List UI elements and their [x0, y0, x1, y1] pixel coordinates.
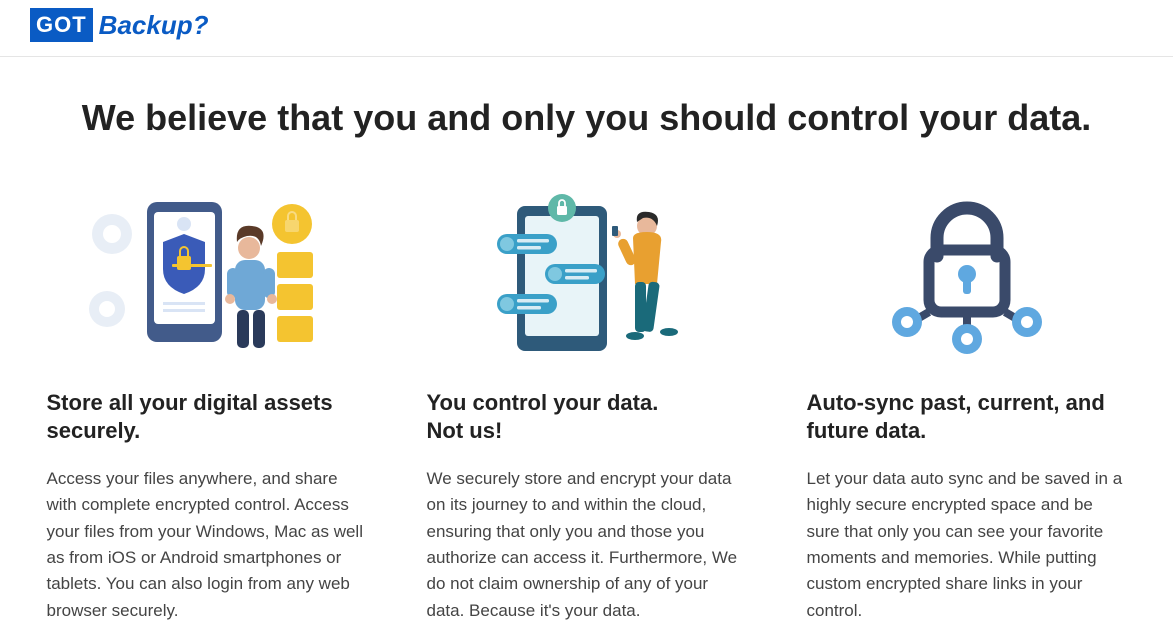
feature-title: Store all your digital assets securely. [47, 389, 367, 444]
features-row: Store all your digital assets securely. … [47, 189, 1127, 624]
site-header: GOT Backup? [0, 0, 1173, 57]
phone-lock-person-icon [77, 194, 337, 354]
feature-title: Auto-sync past, current, and future data… [807, 389, 1127, 444]
control-data-illustration [427, 189, 747, 359]
feature-secure-storage: Store all your digital assets securely. … [47, 189, 367, 624]
feature-control-data: You control your data. Not us! We secure… [427, 189, 747, 624]
logo-link[interactable]: GOT Backup? [30, 8, 208, 42]
feature-auto-sync: Auto-sync past, current, and future data… [807, 189, 1127, 624]
secure-storage-illustration [47, 189, 367, 359]
padlock-network-icon [867, 194, 1067, 354]
feature-body: Let your data auto sync and be saved in … [807, 466, 1127, 624]
feature-title: You control your data. Not us! [427, 389, 747, 444]
hero-title: We believe that you and only you should … [47, 97, 1127, 139]
feature-body: We securely store and encrypt your data … [427, 466, 747, 624]
feature-body: Access your files anywhere, and share wi… [47, 466, 367, 624]
logo-badge: GOT [30, 8, 93, 42]
phone-messages-person-icon [457, 194, 717, 354]
main-container: We believe that you and only you should … [17, 57, 1157, 624]
auto-sync-illustration [807, 189, 1127, 359]
logo-text: Backup? [99, 10, 209, 41]
